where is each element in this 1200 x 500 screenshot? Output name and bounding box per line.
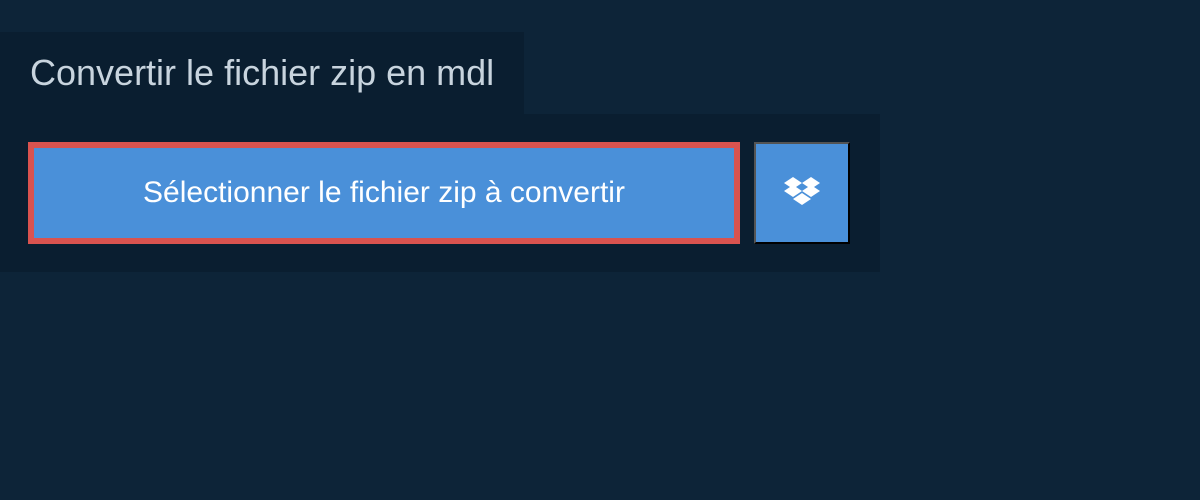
select-file-label: Sélectionner le fichier zip à convertir bbox=[143, 176, 625, 209]
select-file-button[interactable]: Sélectionner le fichier zip à convertir bbox=[28, 142, 740, 244]
dropbox-icon bbox=[784, 177, 820, 209]
header-tab: Convertir le fichier zip en mdl bbox=[0, 32, 524, 114]
page-title: Convertir le fichier zip en mdl bbox=[30, 52, 494, 94]
button-row: Sélectionner le fichier zip à convertir bbox=[28, 142, 852, 244]
upload-panel: Sélectionner le fichier zip à convertir bbox=[0, 114, 880, 272]
dropbox-button[interactable] bbox=[754, 142, 850, 244]
